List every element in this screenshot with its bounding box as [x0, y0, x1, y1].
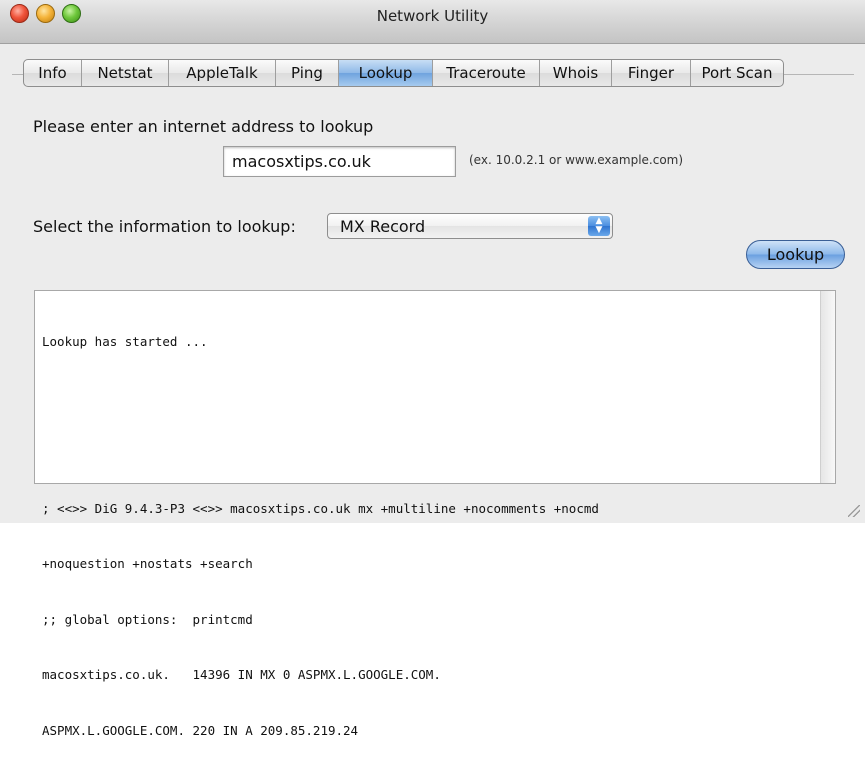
tab-whois[interactable]: Whois [540, 60, 612, 86]
lookup-type-value: MX Record [340, 217, 426, 236]
tab-ping[interactable]: Ping [276, 60, 339, 86]
output-line: macosxtips.co.uk. 14396 IN MX 0 ASPMX.L.… [42, 667, 441, 682]
window-title: Network Utility [376, 7, 489, 25]
tab-appletalk[interactable]: AppleTalk [169, 60, 276, 86]
output-text: Lookup has started ... ; <<>> DiG 9.4.3-… [42, 296, 822, 777]
tab-netstat[interactable]: Netstat [82, 60, 169, 86]
network-utility-window: Network Utility Info Netstat AppleTalk P… [0, 0, 865, 738]
output-text-area[interactable]: Lookup has started ... ; <<>> DiG 9.4.3-… [34, 290, 836, 738]
output-line: ASPMX.L.GOOGLE.COM. 220 IN A 209.85.219.… [42, 722, 359, 738]
tab-lookup[interactable]: Lookup [339, 60, 433, 86]
tab-info[interactable]: Info [24, 60, 82, 86]
address-input[interactable] [223, 146, 456, 177]
resize-grip-icon[interactable] [848, 505, 860, 517]
tab-port-scan[interactable]: Port Scan [691, 60, 783, 86]
example-hint: (ex. 10.0.2.1 or www.example.com) [469, 153, 684, 167]
output-line: +noquestion +nostats +search [42, 556, 253, 571]
tab-bar: Info Netstat AppleTalk Ping Lookup Trace… [23, 59, 784, 87]
tab-traceroute[interactable]: Traceroute [433, 60, 540, 86]
updown-arrows-icon: ▲ ▼ [588, 216, 610, 236]
output-line: ;; global options: printcmd [42, 611, 253, 627]
lookup-type-select[interactable]: MX Record ▲ ▼ [327, 213, 613, 239]
output-line: Lookup has started ... [42, 334, 208, 349]
tab-finger[interactable]: Finger [612, 60, 691, 86]
output-line: ; <<>> DiG 9.4.3-P3 <<>> macosxtips.co.u… [42, 500, 599, 516]
lookup-type-label: Select the information to lookup: [33, 217, 296, 236]
address-prompt-label: Please enter an internet address to look… [33, 117, 374, 136]
output-scrollbar[interactable] [820, 291, 835, 483]
title-bar[interactable]: Network Utility [0, 0, 865, 44]
lookup-button[interactable]: Lookup [746, 240, 845, 269]
